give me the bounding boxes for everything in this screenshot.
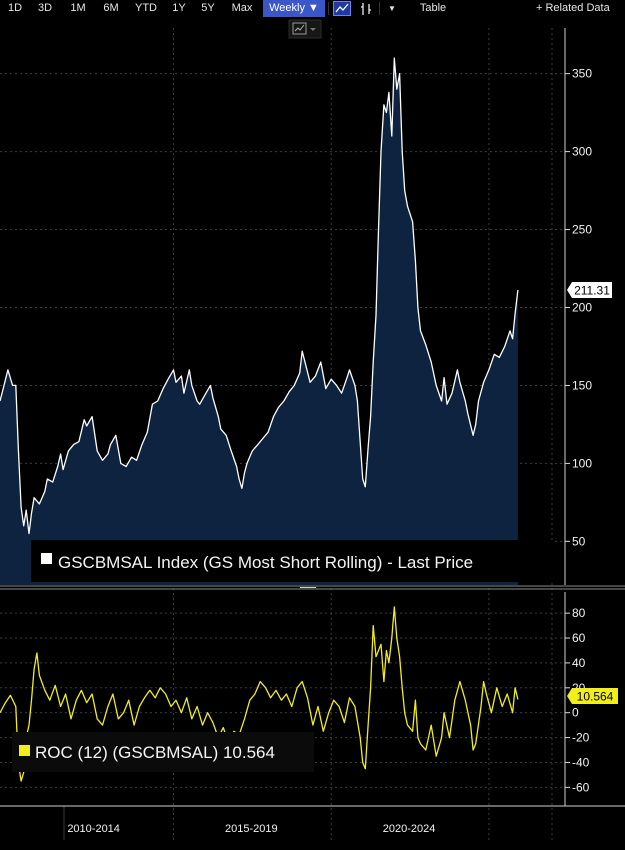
price-legend-text: GSCBMSAL Index (GS Most Short Rolling) -… xyxy=(58,553,473,572)
price-tick-label: 300 xyxy=(572,145,592,159)
roc-tick-label: 40 xyxy=(572,656,586,670)
x-tick-label: 2015-2019 xyxy=(225,823,278,835)
sub-toolbar[interactable] xyxy=(288,19,322,39)
chart-canvas: 50100150200250300350-60-40-2002040608020… xyxy=(0,19,625,840)
roc-tick-label: -20 xyxy=(572,731,590,745)
x-tick-label: 2010-2014 xyxy=(67,823,120,835)
roc-tick-label: 60 xyxy=(572,631,586,645)
roc-legend-text: ROC (12) (GSCBMSAL) 10.564 xyxy=(35,743,275,762)
price-tick-label: 250 xyxy=(572,223,592,237)
x-tick-label: 2020-2024 xyxy=(383,823,436,835)
price-tick-label: 100 xyxy=(572,456,592,470)
roc-tick-label: 80 xyxy=(572,606,586,620)
roc-tick-label: -60 xyxy=(572,780,590,794)
price-legend: GSCBMSAL Index (GS Most Short Rolling) -… xyxy=(31,540,555,582)
panel-divider[interactable] xyxy=(0,585,625,590)
price-tick-label: 350 xyxy=(572,67,592,81)
price-area xyxy=(0,58,518,586)
roc-legend: ROC (12) (GSCBMSAL) 10.564 xyxy=(12,732,314,772)
roc-last-value-tag: 10.564 xyxy=(567,688,618,704)
price-tick-label: 150 xyxy=(572,378,592,392)
roc-tick-label: -40 xyxy=(572,755,590,769)
price-tick-label: 50 xyxy=(572,534,586,548)
price-tick-label: 200 xyxy=(572,301,592,315)
price-last-value-text: 211.31 xyxy=(574,284,610,298)
roc-tick-label: 0 xyxy=(572,706,579,720)
roc-last-value-text: 10.564 xyxy=(577,690,614,704)
price-last-value-tag: 211.31 xyxy=(567,282,612,298)
